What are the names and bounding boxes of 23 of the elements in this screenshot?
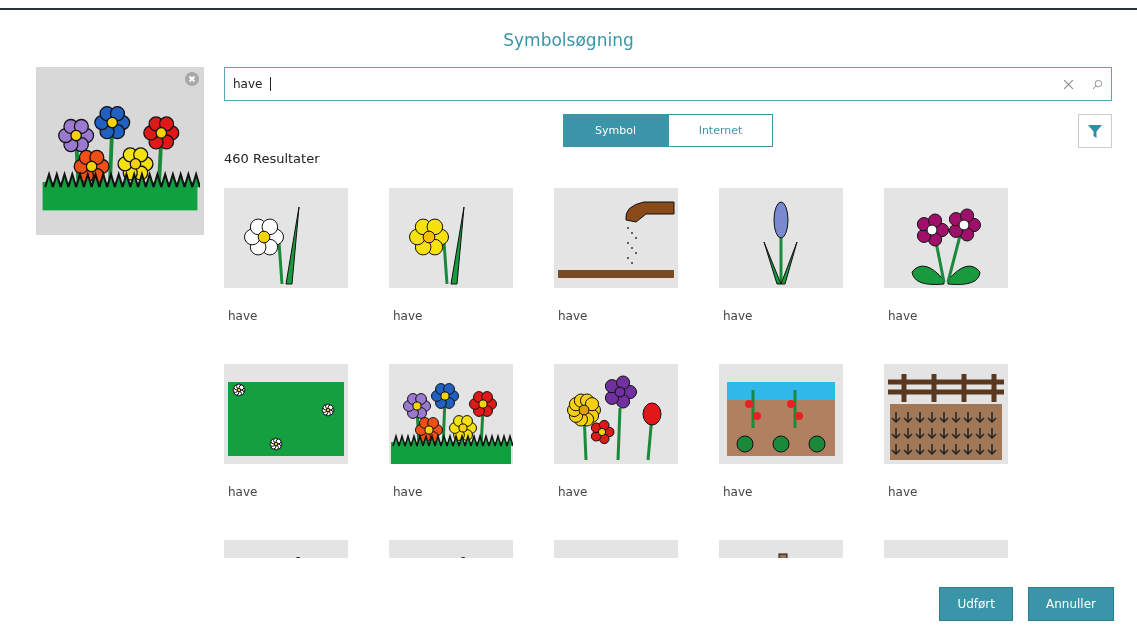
clear-icon[interactable]	[1063, 78, 1074, 90]
symbol-label: have	[887, 485, 919, 499]
symbol-label: have	[722, 485, 754, 499]
symbol-label: have	[887, 309, 919, 323]
symbol-label: have	[392, 485, 424, 499]
remove-icon[interactable]	[185, 72, 199, 86]
filter-icon	[1087, 123, 1103, 139]
search-icon[interactable]	[1092, 78, 1103, 90]
source-tab[interactable]: Internet	[668, 114, 773, 147]
symbol-label: have	[722, 309, 754, 323]
symbol-label: have	[227, 309, 259, 323]
search-field[interactable]: have	[224, 67, 1112, 101]
search-value: have	[233, 77, 264, 91]
dialog-title: Symbolsøgning	[502, 29, 635, 52]
symbol-label: have	[557, 485, 589, 499]
filter-button[interactable]	[1078, 114, 1112, 148]
symbol-label: have	[392, 309, 424, 323]
symbol-label: have	[227, 485, 259, 499]
symbol-label: have	[557, 309, 589, 323]
source-tab[interactable]: Symbol	[563, 114, 668, 147]
done-button[interactable]: Udført	[939, 587, 1013, 621]
result-count: 460 Resultater	[224, 151, 321, 168]
cancel-button[interactable]: Annuller	[1028, 587, 1114, 621]
